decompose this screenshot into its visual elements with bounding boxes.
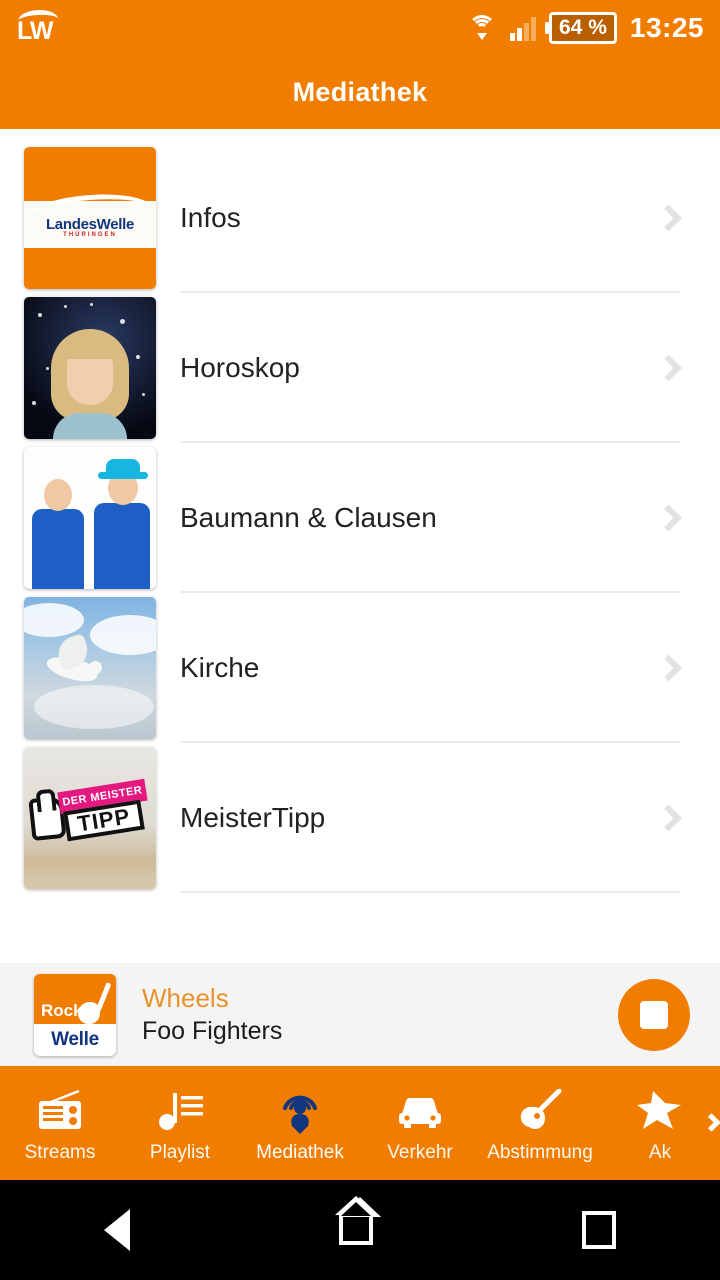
thumbnail-wrap: LandesWelle THÜRINGEN bbox=[0, 143, 180, 289]
list-item-body: Kirche bbox=[180, 593, 720, 743]
nav-item-streams[interactable]: Streams bbox=[0, 1070, 120, 1180]
now-playing-bar[interactable]: Rock Welle Wheels Foo Fighters bbox=[0, 963, 720, 1070]
nav-label: Verkehr bbox=[387, 1142, 453, 1163]
list-item[interactable]: DER MEISTER TIPP MeisterTipp bbox=[0, 743, 720, 893]
track-info: Wheels Foo Fighters bbox=[142, 982, 618, 1047]
rockwelle-artwork: Rock Welle bbox=[34, 973, 116, 1056]
back-icon[interactable] bbox=[104, 1209, 131, 1251]
android-navigation-bar bbox=[0, 1180, 720, 1280]
thumbnail-wrap: DER MEISTER TIPP bbox=[0, 743, 180, 889]
list-item[interactable]: Horoskop bbox=[0, 293, 720, 443]
guitar-icon bbox=[78, 981, 112, 1026]
thumbnail-wrap bbox=[0, 443, 180, 589]
podcast-icon bbox=[275, 1086, 325, 1136]
artwork-bottom-label: Welle bbox=[51, 1028, 99, 1050]
stop-button[interactable] bbox=[618, 978, 690, 1051]
radio-icon bbox=[35, 1086, 85, 1136]
list-item-body: MeisterTipp bbox=[180, 743, 720, 893]
status-icons: 64 % 13:25 bbox=[467, 12, 704, 44]
stop-icon bbox=[640, 1000, 668, 1029]
list-item[interactable]: Kirche bbox=[0, 593, 720, 743]
logo-sub-label: THÜRINGEN bbox=[63, 231, 117, 238]
track-title: Wheels bbox=[142, 983, 229, 1013]
nav-item-ak[interactable]: Ak bbox=[600, 1070, 720, 1180]
battery-indicator: 64 % bbox=[549, 12, 617, 44]
list-item-body: Baumann & Clausen bbox=[180, 443, 720, 593]
page-title: Mediathek bbox=[292, 77, 428, 107]
recents-icon[interactable] bbox=[581, 1211, 616, 1249]
list-item-title: MeisterTipp bbox=[180, 802, 326, 833]
nav-item-abstimmung[interactable]: Abstimmung bbox=[480, 1070, 600, 1180]
nav-label: Ak bbox=[648, 1142, 672, 1163]
dove-in-sky-thumbnail bbox=[24, 597, 156, 739]
lw-app-badge-icon: LW bbox=[16, 8, 62, 48]
track-artist: Foo Fighters bbox=[142, 1016, 283, 1045]
music-note-icon bbox=[155, 1086, 205, 1136]
chevron-right-icon bbox=[655, 804, 682, 832]
list-item-body: Infos bbox=[180, 143, 720, 293]
guitar-icon bbox=[515, 1086, 565, 1136]
nav-label: Streams bbox=[24, 1142, 96, 1163]
wave-shape bbox=[27, 190, 153, 218]
star-icon bbox=[635, 1086, 685, 1136]
chevron-right-icon bbox=[655, 354, 682, 382]
list-item-body: Horoskop bbox=[180, 293, 720, 443]
mediathek-list: LandesWelle THÜRINGEN Infos Horoskop Bau… bbox=[0, 129, 720, 963]
nav-label: Mediathek bbox=[256, 1142, 344, 1163]
thumbnail-wrap bbox=[0, 293, 180, 439]
artwork-top-label: Rock bbox=[41, 1000, 83, 1020]
lw-badge-label: LW bbox=[17, 17, 53, 45]
meistertipp-stamp-thumbnail: DER MEISTER TIPP bbox=[24, 747, 156, 889]
chevron-right-icon bbox=[655, 504, 682, 532]
list-divider bbox=[180, 891, 680, 893]
list-item-title: Infos bbox=[180, 202, 241, 233]
nav-item-verkehr[interactable]: Verkehr bbox=[360, 1070, 480, 1180]
nav-label: Playlist bbox=[149, 1142, 211, 1163]
list-item-title: Horoskop bbox=[180, 352, 300, 383]
list-item[interactable]: LandesWelle THÜRINGEN Infos bbox=[0, 143, 720, 293]
list-item-title: Baumann & Clausen bbox=[180, 502, 437, 533]
thumbnail-wrap bbox=[0, 593, 180, 739]
signal-bars-icon bbox=[510, 15, 536, 41]
car-icon bbox=[394, 1086, 446, 1136]
horoscope-portrait-thumbnail bbox=[24, 297, 156, 439]
list-item[interactable]: Baumann & Clausen bbox=[0, 443, 720, 593]
bottom-navigation: Streams Playlist Mediathek Verkehr Absti… bbox=[0, 1070, 720, 1180]
list-item-title: Kirche bbox=[180, 652, 260, 683]
status-clock: 13:25 bbox=[629, 12, 704, 43]
nav-label: Abstimmung bbox=[487, 1142, 593, 1163]
logo-name-label: LandesWelle bbox=[45, 215, 135, 233]
battery-level-label: 64 % bbox=[559, 16, 607, 39]
home-icon[interactable] bbox=[334, 1196, 377, 1245]
baumann-clausen-thumbnail bbox=[24, 447, 156, 589]
nav-item-playlist[interactable]: Playlist bbox=[120, 1070, 240, 1180]
landeswelle-logo-thumbnail: LandesWelle THÜRINGEN bbox=[24, 147, 156, 289]
chevron-right-icon bbox=[655, 654, 682, 682]
status-bar: LW 64 % 13:25 bbox=[0, 0, 720, 56]
wifi-icon bbox=[467, 15, 497, 41]
chevron-right-icon bbox=[655, 204, 682, 232]
nav-item-mediathek[interactable]: Mediathek bbox=[240, 1070, 360, 1180]
app-bar: Mediathek bbox=[0, 56, 720, 129]
